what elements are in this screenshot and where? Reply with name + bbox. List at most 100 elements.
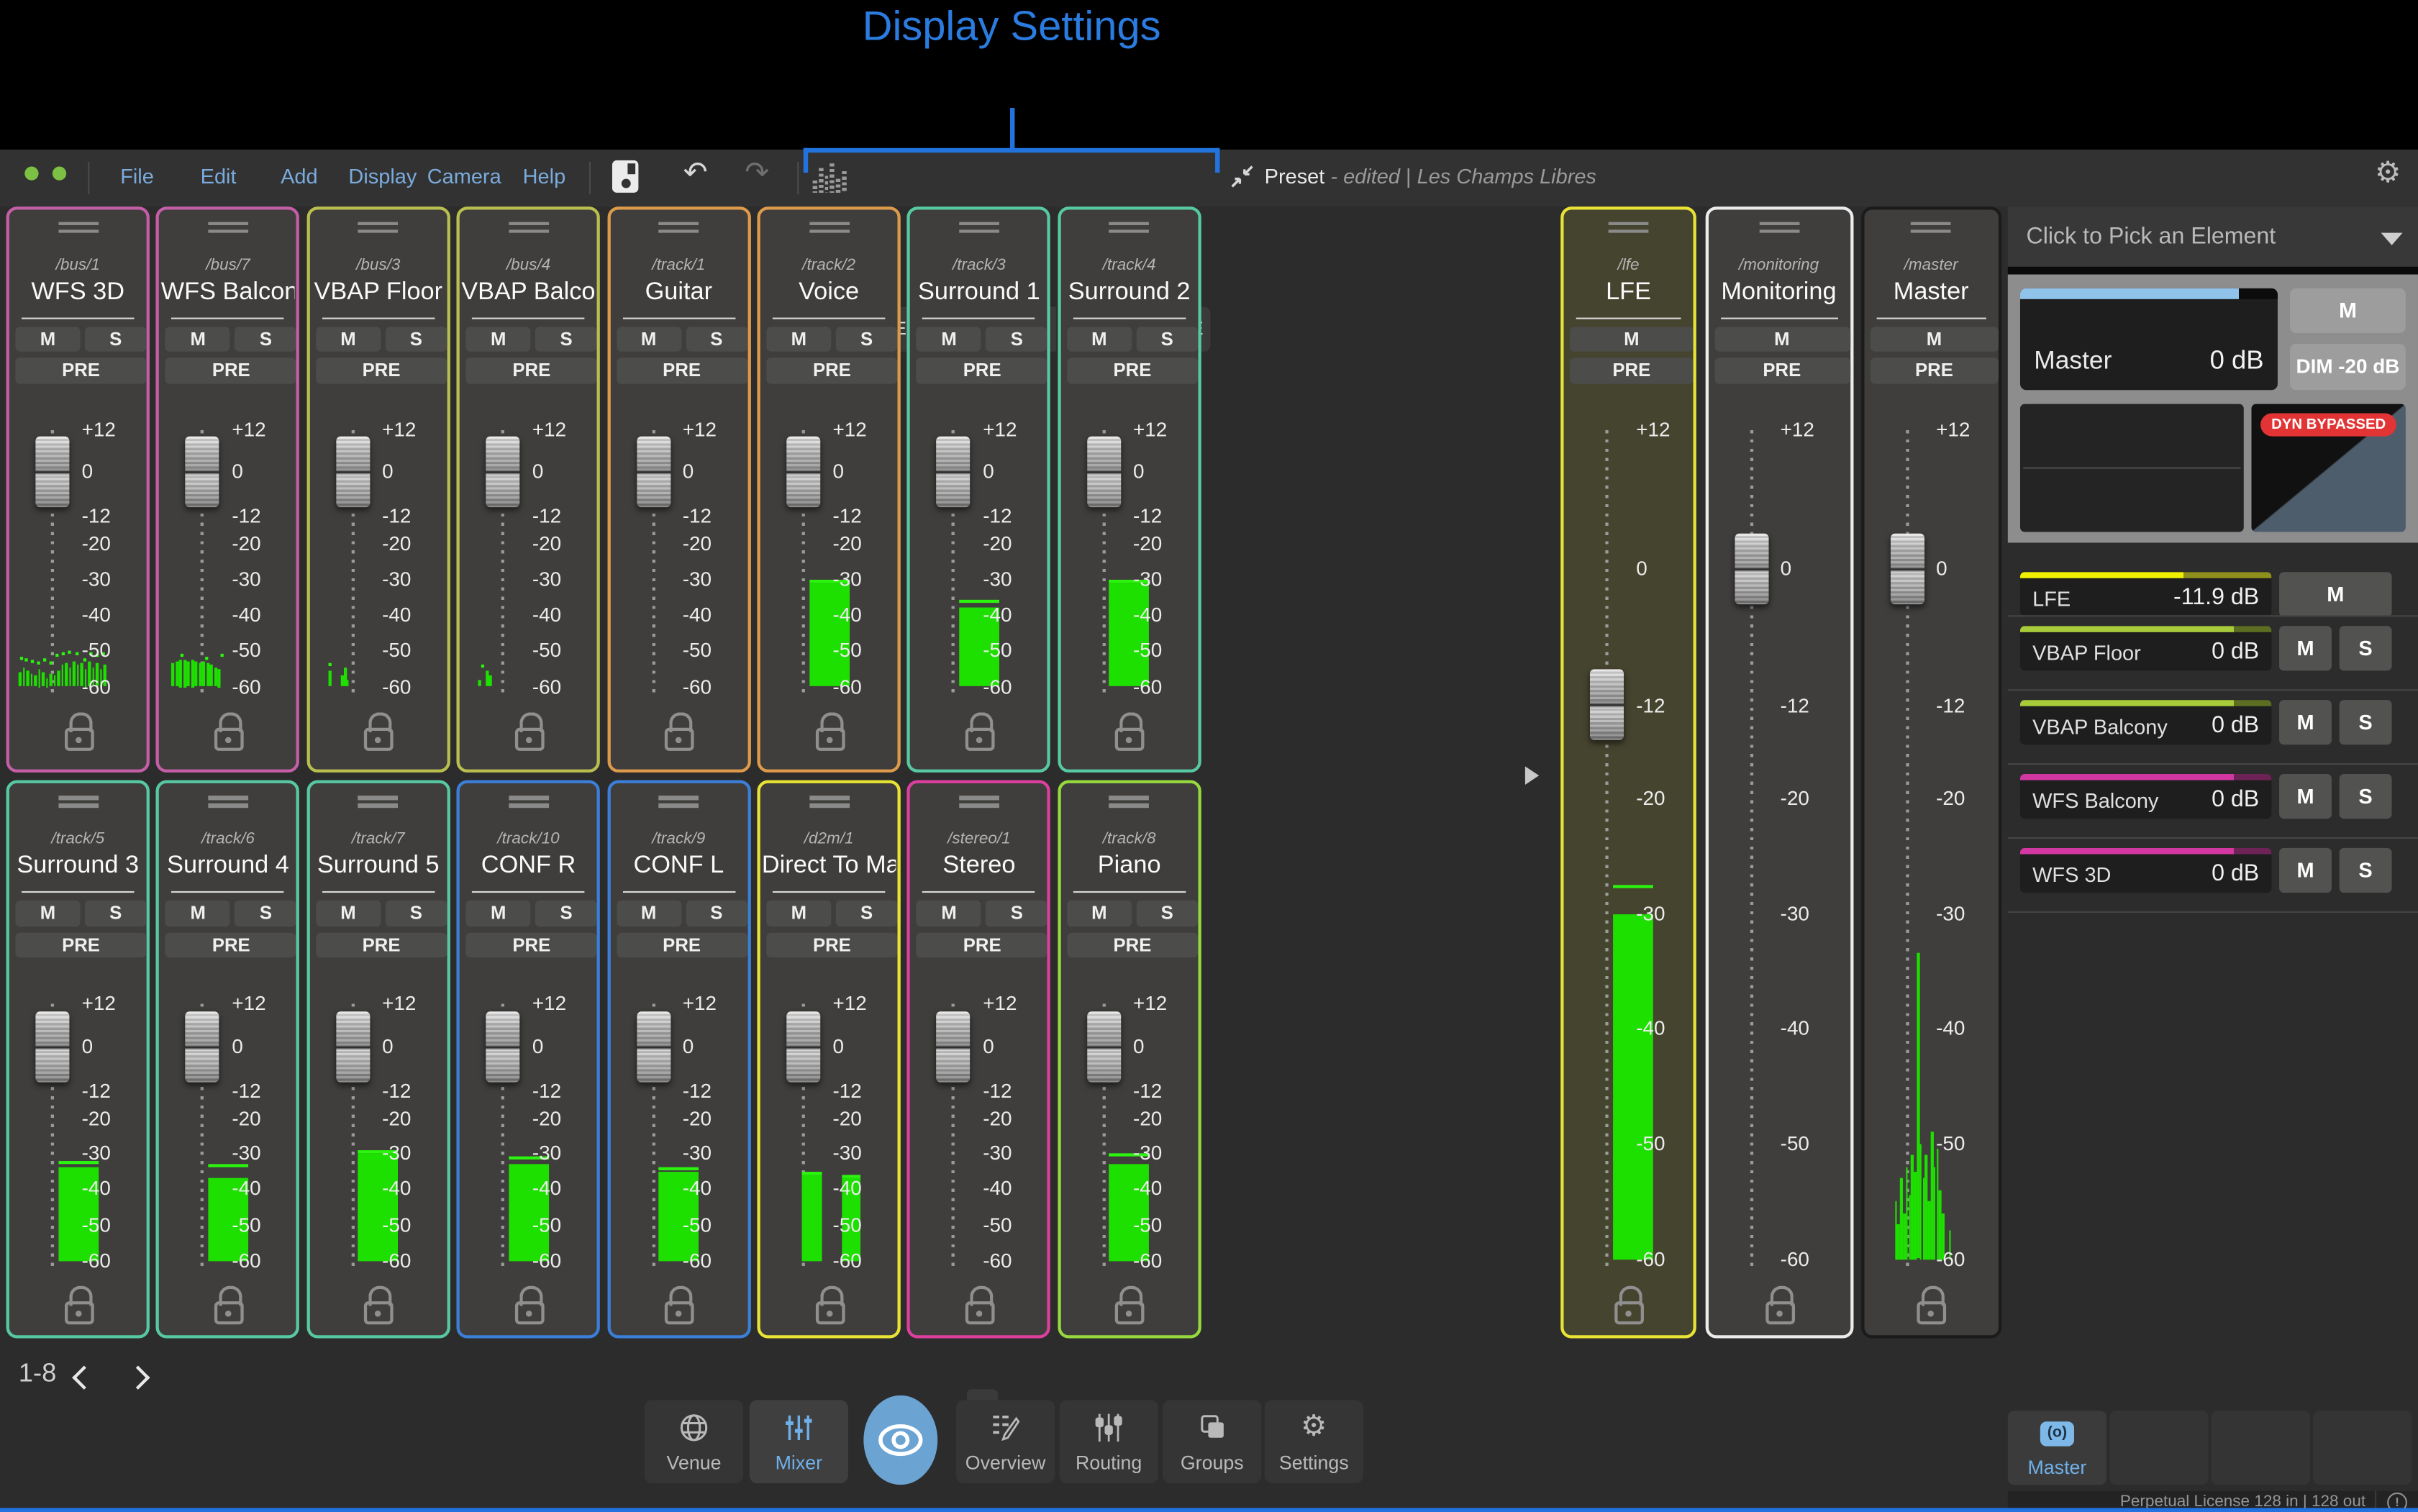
lock-icon[interactable] bbox=[814, 1286, 847, 1326]
mute-button[interactable]: M bbox=[1570, 326, 1693, 351]
channel-strip-piano[interactable]: /track/8PianoMSPRE+120-12-20-30-40-50-60 bbox=[1058, 780, 1201, 1338]
fader-handle[interactable] bbox=[636, 1011, 670, 1082]
fader-handle[interactable] bbox=[1087, 437, 1121, 508]
channel-strip-wfs-3d[interactable]: /bus/1WFS 3DMSPRE+120-12-20-30-40-50-60 bbox=[6, 206, 150, 772]
mute-button[interactable]: M bbox=[466, 901, 531, 926]
mute-button[interactable]: M bbox=[617, 326, 681, 351]
drag-handle-icon[interactable] bbox=[809, 796, 849, 811]
pre-button[interactable]: PRE bbox=[1067, 932, 1198, 957]
pre-button[interactable]: PRE bbox=[1570, 357, 1693, 383]
fader-handle[interactable] bbox=[186, 1011, 219, 1082]
pre-button[interactable]: PRE bbox=[316, 932, 447, 957]
mute-button[interactable]: M bbox=[917, 326, 981, 351]
lock-icon[interactable] bbox=[663, 711, 697, 752]
drag-handle-icon[interactable] bbox=[1609, 222, 1649, 237]
prev-page-icon[interactable] bbox=[72, 1366, 96, 1390]
mute-button[interactable]: M bbox=[165, 901, 230, 926]
drag-handle-icon[interactable] bbox=[358, 222, 399, 237]
lock-icon[interactable] bbox=[63, 711, 96, 752]
lock-icon[interactable] bbox=[963, 1286, 997, 1326]
lock-icon[interactable] bbox=[213, 1286, 247, 1326]
mute-button[interactable]: M bbox=[1714, 326, 1850, 351]
lock-icon[interactable] bbox=[1916, 1285, 1950, 1326]
solo-button[interactable]: S bbox=[235, 901, 297, 926]
mute-button[interactable]: M bbox=[316, 901, 381, 926]
dynamics-tile[interactable]: DYN BYPASSED bbox=[2251, 404, 2405, 532]
fader-handle[interactable] bbox=[486, 437, 520, 508]
eye-button[interactable] bbox=[863, 1395, 937, 1485]
fader-handle[interactable] bbox=[336, 437, 370, 508]
save-icon[interactable] bbox=[612, 160, 638, 193]
drag-handle-icon[interactable] bbox=[58, 222, 98, 237]
monitor-tile-empty-1[interactable] bbox=[2109, 1411, 2208, 1485]
bus-mute-button[interactable]: M bbox=[2279, 626, 2332, 670]
mute-button[interactable]: M bbox=[1067, 901, 1132, 926]
mute-button[interactable]: M bbox=[15, 326, 80, 351]
fader-handle[interactable] bbox=[35, 437, 69, 508]
lock-icon[interactable] bbox=[814, 711, 847, 752]
bus-solo-button[interactable]: S bbox=[2340, 848, 2392, 893]
drag-handle-icon[interactable] bbox=[658, 796, 699, 811]
menu-add[interactable]: Add bbox=[281, 165, 318, 188]
expand-panel-arrow-icon[interactable] bbox=[1525, 766, 1539, 785]
pre-button[interactable]: PRE bbox=[1870, 357, 1999, 383]
lock-icon[interactable] bbox=[1763, 1285, 1797, 1326]
channel-strip-monitoring[interactable]: /monitoringMonitoringMPRE+120-12-20-30-4… bbox=[1705, 206, 1853, 1337]
pre-button[interactable]: PRE bbox=[917, 357, 1047, 383]
pre-button[interactable]: PRE bbox=[1714, 357, 1850, 383]
drag-handle-icon[interactable] bbox=[208, 222, 248, 237]
solo-button[interactable]: S bbox=[836, 901, 898, 926]
mute-button[interactable]: M bbox=[1067, 326, 1132, 351]
fader-handle[interactable] bbox=[486, 1011, 520, 1082]
drag-handle-icon[interactable] bbox=[1911, 222, 1951, 237]
channel-strip-surround-1[interactable]: /track/3Surround 1MSPRE+120-12-20-30-40-… bbox=[907, 206, 1050, 772]
solo-button[interactable]: S bbox=[986, 901, 1048, 926]
next-page-icon[interactable] bbox=[126, 1366, 150, 1390]
element-picker-dropdown[interactable]: Click to Pick an Element bbox=[2008, 206, 2418, 266]
nav-mixer-button[interactable]: Mixer bbox=[750, 1399, 848, 1483]
settings-gear-icon[interactable]: ⚙ bbox=[2375, 155, 2401, 191]
channel-strip-direct-to-mas[interactable]: /d2m/1Direct To MasMSPRE+120-12-20-30-40… bbox=[757, 780, 900, 1338]
menu-camera[interactable]: Camera bbox=[427, 165, 501, 188]
mute-button[interactable]: M bbox=[917, 901, 981, 926]
lock-icon[interactable] bbox=[363, 711, 396, 752]
mute-button[interactable]: M bbox=[15, 901, 80, 926]
menu-edit[interactable]: Edit bbox=[201, 165, 237, 188]
mute-button[interactable]: M bbox=[766, 326, 831, 351]
drag-handle-icon[interactable] bbox=[509, 222, 549, 237]
channel-strip-conf-l[interactable]: /track/9CONF LMSPRE+120-12-20-30-40-50-6… bbox=[607, 780, 750, 1338]
solo-button[interactable]: S bbox=[1136, 326, 1198, 351]
fader-handle[interactable] bbox=[35, 1011, 69, 1082]
bus-mute-button[interactable]: M bbox=[2279, 848, 2332, 893]
fader-handle[interactable] bbox=[786, 1011, 820, 1082]
monitor-tile-empty-2[interactable] bbox=[2212, 1411, 2310, 1485]
master-mute-button[interactable]: M bbox=[2290, 288, 2406, 332]
pre-button[interactable]: PRE bbox=[165, 357, 296, 383]
channel-strip-lfe[interactable]: /lfeLFEMPRE+120-12-20-30-40-50-60 bbox=[1560, 206, 1696, 1337]
bus-solo-button[interactable]: S bbox=[2340, 626, 2392, 670]
channel-strip-guitar[interactable]: /track/1GuitarMSPRE+120-12-20-30-40-50-6… bbox=[607, 206, 750, 772]
lock-icon[interactable] bbox=[963, 711, 997, 752]
nav-venue-button[interactable]: Venue bbox=[645, 1399, 743, 1483]
pre-button[interactable]: PRE bbox=[15, 932, 146, 957]
lock-icon[interactable] bbox=[63, 1286, 96, 1326]
fader-handle[interactable] bbox=[937, 437, 971, 508]
solo-button[interactable]: S bbox=[686, 326, 747, 351]
redo-icon[interactable]: ↷ bbox=[745, 155, 769, 191]
drag-handle-icon[interactable] bbox=[658, 222, 699, 237]
pre-button[interactable]: PRE bbox=[766, 357, 897, 383]
drag-handle-icon[interactable] bbox=[959, 796, 999, 811]
bus-mute-button[interactable]: M bbox=[2279, 700, 2332, 744]
fader-handle[interactable] bbox=[636, 437, 670, 508]
pre-button[interactable]: PRE bbox=[617, 357, 747, 383]
solo-button[interactable]: S bbox=[836, 326, 898, 351]
drag-handle-icon[interactable] bbox=[1759, 222, 1799, 237]
bus-row-wfs-balcony[interactable]: WFS Balcony0 dB bbox=[2020, 774, 2271, 819]
channel-strip-master[interactable]: /masterMasterMPRE+120-12-20-30-40-50-60 bbox=[1860, 206, 2001, 1337]
lfe-level-row[interactable]: LFE -11.9 dB bbox=[2020, 572, 2271, 616]
mute-button[interactable]: M bbox=[1870, 326, 1999, 351]
pre-button[interactable]: PRE bbox=[466, 932, 597, 957]
lock-icon[interactable] bbox=[663, 1286, 697, 1326]
meters-icon[interactable] bbox=[813, 162, 847, 193]
nav-routing-button[interactable]: Routing bbox=[1060, 1399, 1158, 1483]
